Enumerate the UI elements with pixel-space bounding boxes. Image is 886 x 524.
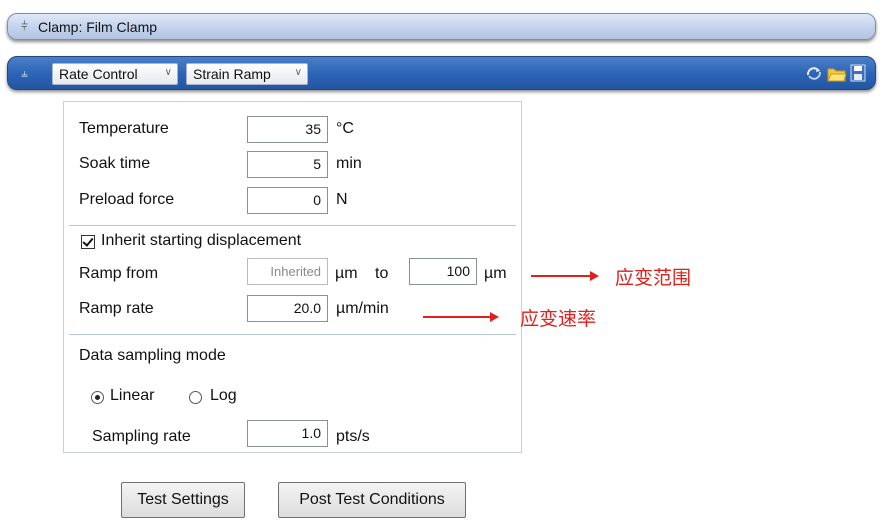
section-divider: [69, 334, 516, 335]
post-test-conditions-button[interactable]: Post Test Conditions: [278, 482, 466, 518]
test-parameters-panel: Temperature 35 °C Soak time 5 min Preloa…: [63, 101, 522, 453]
ramp-from-label: Ramp from: [79, 265, 159, 282]
expand-chevron-icon[interactable]: ⫩: [21, 19, 28, 34]
mode-bar: ⫨ Rate Control ∨ Strain Ramp ∨: [7, 56, 876, 90]
sampling-rate-input[interactable]: 1.0: [247, 420, 328, 447]
preload-force-unit: N: [336, 191, 348, 208]
section-divider: [69, 225, 516, 226]
strain-range-annotation: 应变范围: [615, 267, 692, 289]
annotation-arrow: [531, 271, 599, 281]
clamp-title: Clamp: Film Clamp: [38, 19, 158, 35]
temperature-input[interactable]: 35: [247, 116, 328, 143]
temperature-unit: °C: [336, 120, 354, 137]
log-label: Log: [210, 387, 237, 404]
log-radio[interactable]: [189, 391, 202, 404]
sampling-rate-unit: pts/s: [336, 428, 370, 445]
clamp-bar[interactable]: ⫩ Clamp: Film Clamp: [7, 13, 876, 40]
preload-force-label: Preload force: [79, 191, 175, 208]
ramp-rate-label: Ramp rate: [79, 300, 154, 317]
soak-time-unit: min: [336, 155, 362, 172]
inherit-label: Inherit starting displacement: [101, 232, 302, 249]
inherit-checkbox[interactable]: [81, 235, 95, 249]
ramp-rate-input[interactable]: 20.0: [247, 295, 328, 322]
open-folder-icon[interactable]: [827, 63, 847, 83]
rate-control-label: Rate Control: [59, 66, 138, 82]
chevron-down-icon: ∨: [294, 67, 302, 78]
temperature-label: Temperature: [79, 120, 169, 137]
ramp-rate-unit: µm/min: [336, 300, 389, 317]
ramp-to-label: to: [375, 265, 389, 282]
strain-rate-annotation: 应变速率: [520, 308, 597, 330]
save-icon[interactable]: [849, 63, 867, 83]
strain-ramp-label: Strain Ramp: [193, 66, 271, 82]
ramp-from-unit: µm: [335, 265, 358, 282]
sampling-rate-label: Sampling rate: [92, 428, 191, 445]
sampling-mode-label: Data sampling mode: [79, 347, 226, 364]
collapse-chevron-icon[interactable]: ⫨: [21, 66, 28, 81]
annotation-arrow: [423, 312, 499, 322]
soak-time-label: Soak time: [79, 155, 151, 172]
ramp-to-input[interactable]: 100: [409, 258, 477, 285]
linear-radio[interactable]: [91, 391, 104, 404]
linear-label: Linear: [110, 387, 155, 404]
strain-ramp-dropdown[interactable]: Strain Ramp ∨: [186, 63, 308, 85]
preload-force-input[interactable]: 0: [247, 187, 328, 214]
soak-time-input[interactable]: 5: [247, 151, 328, 178]
rate-control-dropdown[interactable]: Rate Control ∨: [52, 63, 178, 85]
test-settings-button[interactable]: Test Settings: [121, 482, 245, 518]
refresh-icon[interactable]: [805, 63, 823, 83]
ramp-to-unit: µm: [484, 265, 507, 282]
ramp-from-input[interactable]: Inherited: [247, 258, 328, 285]
chevron-down-icon: ∨: [164, 67, 172, 78]
